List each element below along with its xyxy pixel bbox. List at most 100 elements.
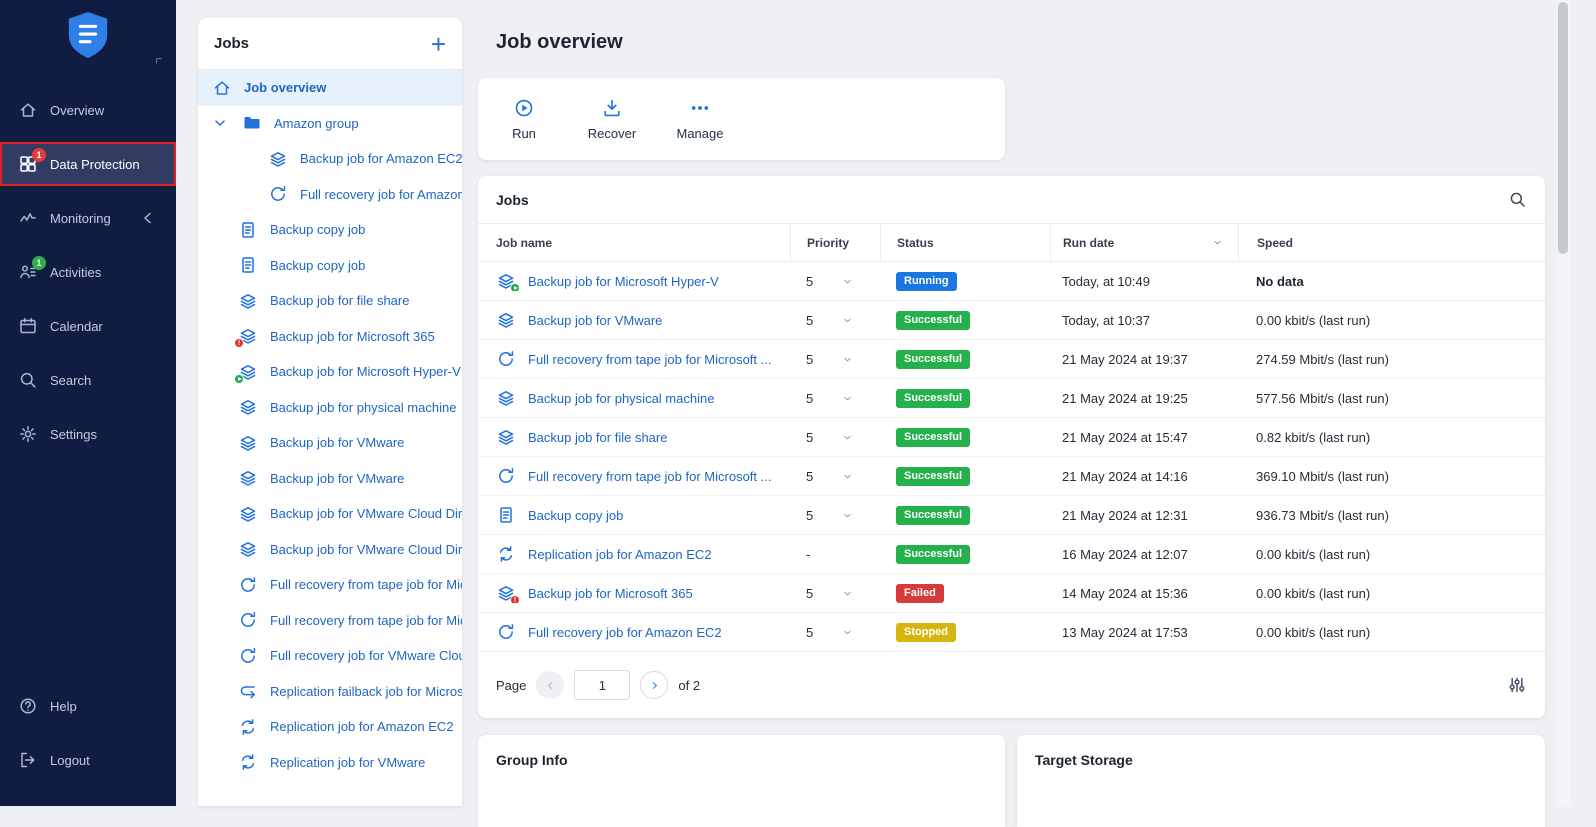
priority-cell: 5 — [790, 313, 880, 328]
status-badge: Successful — [896, 350, 970, 369]
speed-cell: 369.10 Mbit/s (last run) — [1238, 469, 1545, 484]
priority-value: 5 — [806, 352, 813, 367]
tree-item-backup-job-for-vmware-cloud-direc[interactable]: Backup job for VMware Cloud Direc — [198, 532, 462, 568]
tree-item-full-recovery-from-tape-job-for-micr[interactable]: Full recovery from tape job for Micr — [198, 567, 462, 603]
job-name-cell[interactable]: Full recovery job for Amazon EC2 — [478, 622, 790, 642]
chevron-down-icon[interactable] — [841, 392, 854, 405]
priority-value: 5 — [806, 274, 813, 289]
tree-item-backup-job-for-vmware[interactable]: Backup job for VMware — [198, 425, 462, 461]
sidebar-collapse-icon[interactable] — [154, 56, 166, 68]
pagination: Page of 2 — [478, 652, 1545, 718]
sidebar-item-data-protection[interactable]: 1Data Protection — [0, 144, 176, 184]
job-name-cell[interactable]: Full recovery from tape job for Microsof… — [478, 466, 790, 486]
sidebar-item-help[interactable]: Help — [0, 686, 176, 726]
chevron-down-icon[interactable] — [841, 314, 854, 327]
job-name-cell[interactable]: Backup job for Microsoft 365 — [478, 583, 790, 603]
logo-container — [0, 0, 176, 78]
tree-item-label: Full recovery from tape job for Micr — [270, 613, 462, 628]
table-header-row: Job name Priority Status Run date Speed — [478, 224, 1545, 262]
sidebar-item-calendar[interactable]: Calendar — [0, 306, 176, 346]
job-name-cell[interactable]: Backup job for Microsoft Hyper-V — [478, 271, 790, 291]
chevron-down-icon[interactable] — [841, 431, 854, 444]
help-icon — [18, 696, 38, 716]
scrollbar-thumb[interactable] — [1558, 2, 1568, 254]
recovery-icon — [238, 610, 258, 630]
sidebar-item-activities[interactable]: 1Activities — [0, 252, 176, 292]
job-name-cell[interactable]: Backup job for file share — [478, 427, 790, 447]
group-info-card: Group Info — [478, 735, 1005, 827]
backup-icon — [268, 149, 288, 169]
chevron-down-icon[interactable] — [841, 470, 854, 483]
tree-item-replication-job-for-amazon-ec2[interactable]: Replication job for Amazon EC2 — [198, 709, 462, 745]
run-button[interactable]: Run — [480, 97, 568, 141]
manage-button[interactable]: Manage — [656, 97, 744, 141]
tree-item-backup-job-for-amazon-ec2[interactable]: Backup job for Amazon EC2 — [198, 141, 462, 177]
recover-button[interactable]: Recover — [568, 97, 656, 141]
job-name-cell[interactable]: Replication job for Amazon EC2 — [478, 544, 790, 564]
column-header-job-name[interactable]: Job name — [478, 224, 790, 261]
tree-item-amazon-group[interactable]: Amazon group — [198, 106, 462, 142]
status-badge: Successful — [896, 389, 970, 408]
sidebar-item-label: Data Protection — [50, 157, 140, 172]
action-button-label: Recover — [588, 126, 636, 141]
job-name-cell[interactable]: Backup copy job — [478, 505, 790, 525]
chevron-down-icon[interactable] — [210, 113, 230, 133]
actions-card: Run Recover Manage — [478, 78, 1005, 160]
chevron-down-icon[interactable] — [841, 275, 854, 288]
running-status-dot-icon — [234, 374, 244, 384]
recovery-icon — [496, 349, 516, 369]
tree-item-job-overview[interactable]: Job overview — [198, 70, 462, 106]
run-date-cell: 16 May 2024 at 12:07 — [1050, 547, 1238, 562]
sidebar-item-monitoring[interactable]: Monitoring — [0, 198, 176, 238]
search-icon[interactable] — [1508, 190, 1527, 209]
prev-page-button[interactable] — [536, 671, 564, 699]
chevron-left-icon[interactable] — [138, 208, 158, 228]
next-page-button[interactable] — [640, 671, 668, 699]
status-cell: Successful — [880, 545, 1050, 564]
scrollbar[interactable] — [1556, 0, 1570, 806]
chevron-down-icon[interactable] — [841, 353, 854, 366]
sidebar-item-settings[interactable]: Settings — [0, 414, 176, 454]
sidebar-item-overview[interactable]: Overview — [0, 90, 176, 130]
tree-item-backup-job-for-vmware-cloud-direc[interactable]: Backup job for VMware Cloud Direc — [198, 496, 462, 532]
tree-item-full-recovery-from-tape-job-for-micr[interactable]: Full recovery from tape job for Micr — [198, 603, 462, 639]
page-number-input[interactable] — [574, 670, 630, 700]
table-settings-icon[interactable] — [1507, 675, 1527, 695]
tree-item-backup-job-for-vmware[interactable]: Backup job for VMware — [198, 461, 462, 497]
tree-item-label: Replication failback job for Microsof — [270, 684, 462, 699]
column-header-priority[interactable]: Priority — [790, 224, 880, 261]
chevron-down-icon[interactable] — [841, 626, 854, 639]
tree-item-replication-job-for-vmware[interactable]: Replication job for VMware — [198, 745, 462, 781]
tree-item-backup-job-for-microsoft-365[interactable]: Backup job for Microsoft 365 — [198, 319, 462, 355]
table-row: Backup job for Microsoft Hyper-V5Running… — [478, 262, 1545, 301]
column-header-speed[interactable]: Speed — [1238, 224, 1545, 261]
column-header-run-date[interactable]: Run date — [1050, 224, 1238, 261]
sidebar-item-search[interactable]: Search — [0, 360, 176, 400]
column-header-status[interactable]: Status — [880, 224, 1050, 261]
jobs-panel: Jobs + Job overviewAmazon groupBackup jo… — [198, 18, 462, 806]
tree-item-backup-copy-job[interactable]: Backup copy job — [198, 212, 462, 248]
tree-item-full-recovery-job-for-amazon-e[interactable]: Full recovery job for Amazon E — [198, 177, 462, 213]
action-button-label: Run — [512, 126, 536, 141]
sidebar-item-logout[interactable]: Logout — [0, 740, 176, 780]
tree-item-full-recovery-job-for-vmware-cloud[interactable]: Full recovery job for VMware Cloud — [198, 638, 462, 674]
tree-item-backup-job-for-physical-machine[interactable]: Backup job for physical machine — [198, 390, 462, 426]
status-badge: Successful — [896, 467, 970, 486]
tree-item-replication-failback-job-for-microsof[interactable]: Replication failback job for Microsof — [198, 674, 462, 710]
run-date-cell: 21 May 2024 at 14:16 — [1050, 469, 1238, 484]
priority-value: 5 — [806, 430, 813, 445]
column-header-label: Status — [897, 236, 934, 250]
column-header-label: Speed — [1257, 236, 1293, 250]
tree-item-backup-job-for-microsoft-hyper-v[interactable]: Backup job for Microsoft Hyper-V — [198, 354, 462, 390]
job-name-cell[interactable]: Full recovery from tape job for Microsof… — [478, 349, 790, 369]
tree-item-backup-copy-job[interactable]: Backup copy job — [198, 248, 462, 284]
folder-icon — [242, 113, 262, 133]
add-job-button[interactable]: + — [431, 32, 446, 56]
job-name-cell[interactable]: Backup job for physical machine — [478, 388, 790, 408]
chevron-down-icon[interactable] — [841, 587, 854, 600]
chevron-down-icon[interactable] — [841, 509, 854, 522]
sort-chevron-icon[interactable] — [1211, 236, 1224, 249]
column-header-label: Priority — [807, 236, 849, 250]
tree-item-backup-job-for-file-share[interactable]: Backup job for file share — [198, 283, 462, 319]
job-name-cell[interactable]: Backup job for VMware — [478, 310, 790, 330]
